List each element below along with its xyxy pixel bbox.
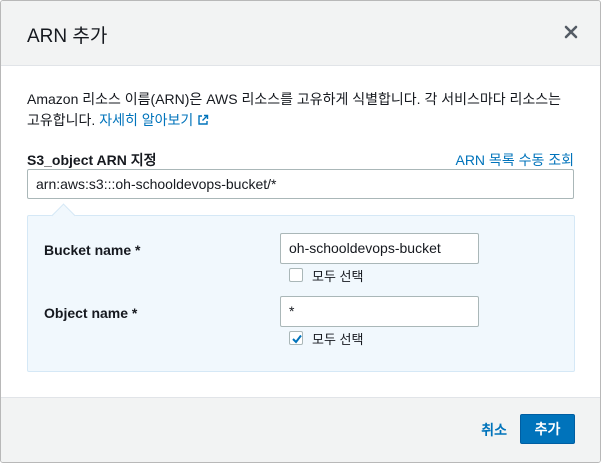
object-select-all-label: 모두 선택 — [312, 331, 364, 347]
manual-arn-list-link[interactable]: ARN 목록 수동 조회 — [455, 150, 574, 170]
add-arn-dialog: ARN 추가 Amazon 리소스 이름(ARN)은 AWS 리소스를 고유하게… — [0, 0, 601, 463]
object-select-all-checkbox[interactable]: 모두 선택 — [289, 329, 363, 347]
object-name-input[interactable]: * — [280, 296, 479, 327]
arn-description: Amazon 리소스 이름(ARN)은 AWS 리소스를 고유하게 식별합니다.… — [27, 89, 577, 132]
arn-input[interactable]: arn:aws:s3:::oh-schooldevops-bucket/* — [27, 169, 574, 199]
checkbox-checked[interactable] — [289, 331, 303, 345]
checkmark-icon — [292, 334, 302, 344]
dialog-footer: 취소 추가 — [1, 397, 600, 462]
close-icon[interactable] — [562, 23, 580, 41]
object-name-label: Object name * — [44, 305, 138, 321]
dialog-header: ARN 추가 — [1, 1, 600, 66]
bucket-name-input[interactable]: oh-schooldevops-bucket — [280, 233, 479, 264]
dialog-body: Amazon 리소스 이름(ARN)은 AWS 리소스를 고유하게 식별합니다.… — [1, 66, 600, 397]
arn-builder-panel: Bucket name * oh-schooldevops-bucket 모두 … — [27, 203, 575, 372]
bucket-select-all-checkbox[interactable]: 모두 선택 — [289, 266, 363, 284]
bucket-select-all-label: 모두 선택 — [312, 268, 364, 284]
dialog-title: ARN 추가 — [27, 26, 108, 47]
cancel-button[interactable]: 취소 — [481, 420, 507, 440]
learn-more-link[interactable]: 자세히 알아보기 — [99, 112, 209, 128]
add-button[interactable]: 추가 — [520, 414, 575, 444]
external-link-icon — [197, 111, 209, 132]
panel-pointer — [51, 203, 76, 228]
bucket-name-label: Bucket name * — [44, 242, 141, 258]
checkbox-unchecked[interactable] — [289, 268, 303, 282]
arn-field-label: S3_object ARN 지정 — [27, 152, 157, 168]
